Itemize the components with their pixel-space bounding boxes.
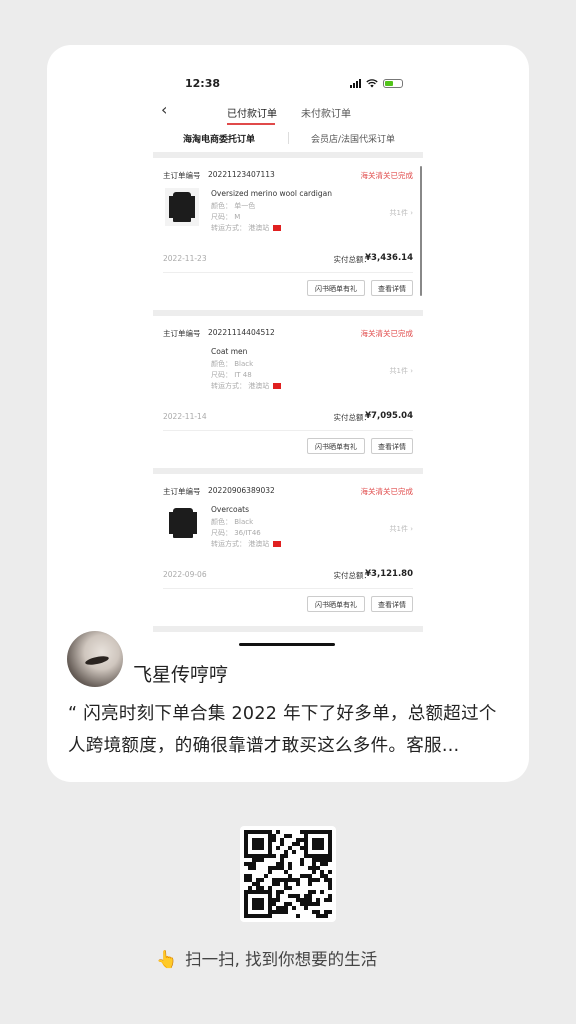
item-count[interactable]: 共1件 › bbox=[390, 524, 413, 534]
product-thumbnail[interactable] bbox=[165, 188, 199, 226]
order-number: 20221123407113 bbox=[208, 170, 275, 179]
order-total: ¥3,436.14 bbox=[365, 253, 413, 263]
view-details-button[interactable]: 查看详情 bbox=[371, 438, 413, 454]
order-status: 海关清关已完成 bbox=[360, 329, 414, 338]
order-tabs: ‹ 已付款订单 未付款订单 bbox=[143, 100, 433, 126]
product-size: 尺码： 36/IT46 bbox=[211, 529, 261, 537]
back-arrow-icon[interactable]: ‹ bbox=[161, 100, 167, 119]
subtab-divider bbox=[288, 132, 289, 144]
order-number-label: 主订单编号 bbox=[163, 329, 201, 338]
share-review-button[interactable]: 闪书晒单有礼 bbox=[307, 438, 365, 454]
order-card: 主订单编号 20221114404512 海关清关已完成 Coat men 颜色… bbox=[153, 316, 423, 468]
hk-flag-icon bbox=[273, 383, 282, 389]
battery-icon bbox=[383, 78, 403, 88]
product-size: 尺码： M bbox=[211, 213, 241, 221]
hk-flag-icon bbox=[273, 225, 282, 231]
subtab-member-store[interactable]: 会员店/法国代采订单 bbox=[311, 132, 395, 145]
view-details-button[interactable]: 查看详情 bbox=[371, 280, 413, 296]
product-thumbnail[interactable] bbox=[165, 346, 199, 384]
scrollbar[interactable] bbox=[420, 166, 422, 296]
item-count[interactable]: 共1件 › bbox=[390, 208, 413, 218]
order-date: 2022-09-06 bbox=[163, 570, 207, 579]
product-size: 尺码： IT 48 bbox=[211, 371, 252, 379]
order-number-label: 主订单编号 bbox=[163, 171, 201, 180]
tab-active-underline bbox=[227, 123, 275, 125]
review-quote: “ 闪亮时刻下单合集 2022 年下了好多单，总额超过个人跨境额度，的确很靠谱才… bbox=[68, 704, 497, 756]
order-status: 海关清关已完成 bbox=[360, 171, 414, 180]
order-card: 主订单编号 20220906389032 海关清关已完成 Overcoats 颜… bbox=[153, 474, 423, 626]
slogan-text: 扫一扫, 找到你想要的生活 bbox=[185, 950, 378, 969]
shipping-method: 转运方式： 港澳站 bbox=[211, 539, 282, 549]
user-name: 飞星传哼哼 bbox=[133, 664, 229, 686]
item-count[interactable]: 共1件 › bbox=[390, 366, 413, 376]
share-review-button[interactable]: 闪书晒单有礼 bbox=[307, 280, 365, 296]
order-date: 2022-11-14 bbox=[163, 412, 207, 421]
wifi-icon bbox=[366, 78, 378, 87]
order-status: 海关清关已完成 bbox=[360, 487, 414, 496]
order-number-label: 主订单编号 bbox=[163, 487, 201, 496]
home-indicator bbox=[239, 643, 335, 646]
product-name: Coat men bbox=[211, 347, 248, 356]
product-name: Overcoats bbox=[211, 505, 250, 514]
order-card: 主订单编号 20221123407113 海关清关已完成 Oversized m… bbox=[153, 158, 423, 310]
product-color: 颜色： Black bbox=[211, 518, 254, 526]
shipping-method: 转运方式： 港澳站 bbox=[211, 381, 282, 391]
subtab-haitao[interactable]: 海淘电商委托订单 bbox=[183, 132, 255, 145]
pointing-hand-icon: 👆 bbox=[156, 950, 178, 970]
qr-code bbox=[240, 826, 336, 922]
order-number: 20221114404512 bbox=[208, 328, 275, 337]
order-total: ¥3,121.80 bbox=[365, 569, 413, 579]
signal-icon bbox=[350, 78, 361, 88]
order-total: ¥7,095.04 bbox=[365, 411, 413, 421]
tab-paid-orders[interactable]: 已付款订单 bbox=[227, 105, 277, 120]
tab-unpaid-orders[interactable]: 未付款订单 bbox=[301, 105, 351, 120]
order-number: 20220906389032 bbox=[208, 486, 275, 495]
hk-flag-icon bbox=[273, 541, 282, 547]
order-screenshot: 12:38 ‹ 已付款订单 未付款订单 海淘电商委托订单 会员店/法国代采订单 … bbox=[143, 68, 433, 652]
order-subtabs: 海淘电商委托订单 会员店/法国代采订单 bbox=[143, 130, 433, 148]
product-color: 颜色： Black bbox=[211, 360, 254, 368]
view-details-button[interactable]: 查看详情 bbox=[371, 596, 413, 612]
avatar[interactable] bbox=[67, 631, 123, 687]
product-name: Oversized merino wool cardigan bbox=[211, 189, 332, 198]
status-bar: 12:38 bbox=[143, 68, 433, 98]
order-date: 2022-11-23 bbox=[163, 254, 207, 263]
status-icons bbox=[350, 78, 403, 88]
section-gap bbox=[153, 626, 423, 632]
product-color: 颜色： 单一色 bbox=[211, 202, 256, 210]
shipping-method: 转运方式： 港澳站 bbox=[211, 223, 282, 233]
product-thumbnail[interactable] bbox=[165, 504, 199, 542]
scan-slogan: 👆 扫一扫, 找到你想要的生活 bbox=[156, 946, 377, 970]
share-review-button[interactable]: 闪书晒单有礼 bbox=[307, 596, 365, 612]
status-time: 12:38 bbox=[185, 77, 221, 90]
